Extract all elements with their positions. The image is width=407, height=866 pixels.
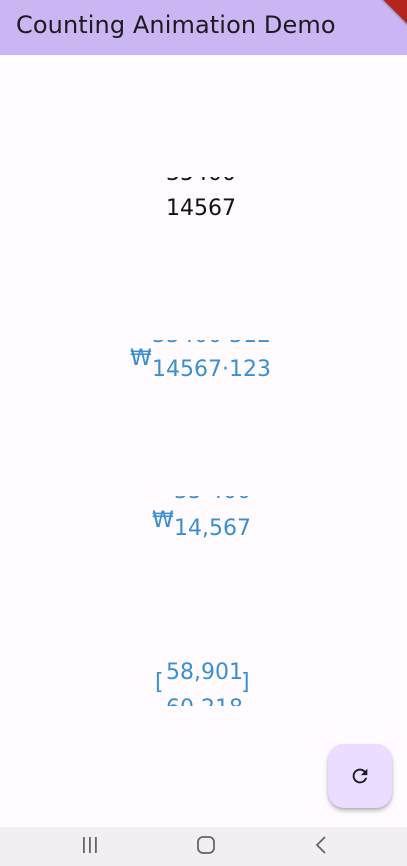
counter-current-value: 14567 (166, 196, 236, 219)
currency-symbol: ₩ (130, 346, 152, 371)
app-title: Counting Animation Demo (16, 10, 336, 39)
back-icon (312, 835, 332, 859)
currency-decimal-counter: ₩ 35400·312 14567·123 (130, 340, 290, 380)
counter-current-value: 14,567 (174, 516, 251, 540)
counter-previous-value: 35·400 (174, 496, 251, 504)
plain-counter: 35400 14567 (166, 177, 256, 219)
system-navigation-bar (0, 827, 407, 866)
currency-grouped-counter: ₩ 35·400 14,567 (152, 496, 272, 540)
counter-current-value: 14567·123 (152, 357, 271, 380)
refresh-button[interactable] (328, 744, 392, 808)
close-bracket: ] (241, 670, 250, 695)
app-bar: Counting Animation Demo (0, 0, 407, 55)
counter-previous-value: 35400 (166, 177, 236, 186)
refresh-icon (349, 765, 371, 787)
debug-banner (374, 0, 407, 27)
counter-previous-value: 35400·312 (152, 340, 271, 348)
bracketed-counter: [ 58,901 60,218 ] (152, 660, 262, 706)
back-button[interactable] (302, 835, 342, 859)
counter-current-value: 58,901 (166, 660, 243, 685)
screen: Counting Animation Demo 35400 14567 ₩ 35… (0, 0, 407, 866)
open-bracket: [ (155, 670, 164, 695)
home-icon (196, 835, 216, 859)
recents-icon (80, 835, 100, 859)
currency-symbol: ₩ (152, 508, 174, 533)
home-button[interactable] (186, 835, 226, 859)
recents-button[interactable] (70, 835, 110, 859)
counter-next-value: 60,218 (166, 696, 243, 706)
